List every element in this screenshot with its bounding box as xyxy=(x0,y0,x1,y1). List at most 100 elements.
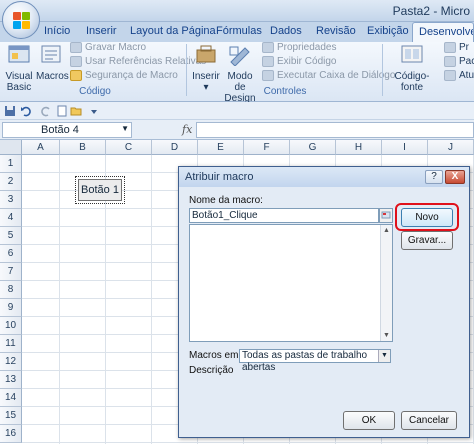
tab-desenvolvedor[interactable]: Desenvolvedor xyxy=(412,22,474,42)
row-header[interactable]: 9 xyxy=(0,299,22,317)
controls-group-label: Controles xyxy=(263,86,307,97)
ribbon-separator xyxy=(382,44,383,96)
column-header[interactable]: H xyxy=(336,140,382,155)
help-button[interactable]: ? xyxy=(425,170,443,184)
column-header[interactable]: D xyxy=(152,140,198,155)
tab-revisao[interactable]: Revisão xyxy=(316,25,356,37)
refresh-icon xyxy=(444,70,456,81)
scroll-up-icon[interactable]: ▲ xyxy=(381,225,392,236)
range-select-icon[interactable] xyxy=(379,208,393,223)
macros-in-label: Macros em: xyxy=(189,350,242,361)
view-code-button[interactable]: Exibir Código xyxy=(262,56,336,67)
run-dialog-button[interactable]: Executar Caixa de Diálogo xyxy=(262,70,395,81)
row-header[interactable]: 6 xyxy=(0,245,22,263)
undo-icon[interactable] xyxy=(20,105,32,117)
window-title: Pasta2 - Micro xyxy=(392,4,470,18)
record-macro-button[interactable]: Gravar Macro xyxy=(70,42,146,53)
column-header[interactable]: J xyxy=(428,140,474,155)
view-code-icon xyxy=(262,56,274,67)
row-header[interactable]: 10 xyxy=(0,317,22,335)
map-properties-button[interactable]: Pr xyxy=(444,42,469,53)
title-bar: Pasta2 - Micro xyxy=(0,0,474,22)
column-header[interactable]: B xyxy=(60,140,106,155)
row-header[interactable]: 11 xyxy=(0,335,22,353)
office-logo-icon xyxy=(13,12,31,30)
macro-list[interactable]: ▲ ▼ xyxy=(189,224,393,342)
office-button[interactable] xyxy=(2,1,40,39)
macro-security-button[interactable]: Segurança de Macro xyxy=(70,70,178,81)
macros-button[interactable]: Macros xyxy=(36,44,69,82)
column-header[interactable]: F xyxy=(244,140,290,155)
customize-qat-icon[interactable] xyxy=(88,105,100,117)
tab-inserir[interactable]: Inserir xyxy=(86,25,117,37)
macros-in-select[interactable]: Todas as pastas de trabalho abertas ▼ xyxy=(239,349,391,373)
new-document-icon[interactable] xyxy=(56,105,68,117)
assign-macro-dialog: Atribuir macro ? X Nome da macro: Botão1… xyxy=(178,166,470,438)
code-group-label: Código xyxy=(79,86,111,97)
row-header[interactable]: 5 xyxy=(0,227,22,245)
tab-dados[interactable]: Dados xyxy=(270,25,302,37)
insert-function-icon[interactable]: fx xyxy=(182,123,192,136)
relative-refs-icon xyxy=(70,56,82,67)
ok-button[interactable]: OK xyxy=(343,411,395,430)
tab-formulas[interactable]: Fórmulas xyxy=(216,25,262,37)
column-header[interactable]: A xyxy=(22,140,60,155)
close-button[interactable]: X xyxy=(445,170,465,184)
open-folder-icon[interactable] xyxy=(70,105,82,117)
refresh-data-button[interactable]: Atu xyxy=(444,70,474,81)
macro-name-label: Nome da macro: xyxy=(189,195,263,206)
select-all-corner[interactable] xyxy=(0,140,22,155)
save-icon[interactable] xyxy=(4,105,16,117)
row-header[interactable]: 3 xyxy=(0,191,22,209)
ribbon-separator xyxy=(186,44,187,96)
column-header[interactable]: I xyxy=(382,140,428,155)
visual-basic-icon xyxy=(8,45,30,63)
chevron-down-icon[interactable]: ▼ xyxy=(121,124,129,133)
column-header[interactable]: G xyxy=(290,140,336,155)
column-header[interactable]: C xyxy=(106,140,152,155)
row-header[interactable]: 4 xyxy=(0,209,22,227)
insert-control-button[interactable]: Inserir ▾ xyxy=(190,44,222,93)
macros-icon xyxy=(41,45,61,63)
toolbox-icon xyxy=(196,45,216,63)
gridline xyxy=(59,155,60,444)
row-header[interactable]: 7 xyxy=(0,263,22,281)
gridline xyxy=(151,155,152,444)
expansion-packs-button[interactable]: Paco xyxy=(444,56,474,67)
row-header[interactable]: 13 xyxy=(0,371,22,389)
record-button[interactable]: Gravar... xyxy=(401,231,453,250)
cancel-button[interactable]: Cancelar xyxy=(401,411,457,430)
new-button-highlight xyxy=(395,203,459,231)
description-label: Descrição xyxy=(189,365,234,376)
scrollbar[interactable]: ▲ ▼ xyxy=(380,225,392,341)
redo-icon[interactable] xyxy=(40,105,52,117)
tab-exibicao[interactable]: Exibição xyxy=(367,25,409,37)
formula-bar: Botão 4 ▼ fx xyxy=(0,120,474,140)
tab-inicio[interactable]: Início xyxy=(44,25,70,37)
design-mode-icon xyxy=(229,46,250,67)
source-button[interactable]: Código-fonte xyxy=(384,44,440,93)
map-icon xyxy=(444,42,456,53)
form-button[interactable]: Botão 1 xyxy=(75,176,125,204)
tab-layout[interactable]: Layout da Página xyxy=(130,25,216,37)
xml-source-icon xyxy=(401,45,423,63)
pack-icon xyxy=(444,56,456,67)
scroll-down-icon[interactable]: ▼ xyxy=(381,330,392,341)
name-box[interactable]: Botão 4 ▼ xyxy=(2,122,132,138)
column-header[interactable]: E xyxy=(198,140,244,155)
row-header[interactable]: 8 xyxy=(0,281,22,299)
visual-basic-button[interactable]: Visual Basic xyxy=(4,44,34,93)
formula-input[interactable] xyxy=(196,122,474,138)
row-header[interactable]: 1 xyxy=(0,155,22,173)
row-header[interactable]: 16 xyxy=(0,425,22,443)
row-header[interactable]: 14 xyxy=(0,389,22,407)
ribbon-tabs: Início Inserir Layout da Página Fórmulas… xyxy=(0,22,474,42)
row-header[interactable]: 2 xyxy=(0,173,22,191)
properties-button[interactable]: Propriedades xyxy=(262,42,336,53)
chevron-down-icon[interactable]: ▼ xyxy=(378,350,390,362)
record-macro-icon xyxy=(70,42,82,53)
warning-icon xyxy=(70,70,82,81)
row-header[interactable]: 15 xyxy=(0,407,22,425)
macro-name-input[interactable]: Botão1_Clique xyxy=(189,208,379,223)
row-header[interactable]: 12 xyxy=(0,353,22,371)
